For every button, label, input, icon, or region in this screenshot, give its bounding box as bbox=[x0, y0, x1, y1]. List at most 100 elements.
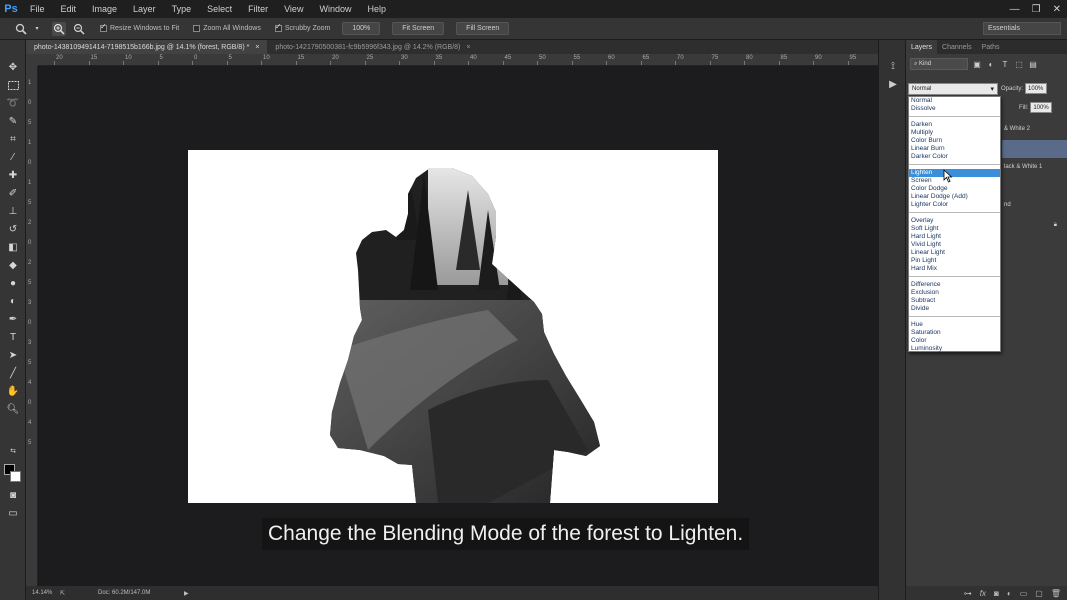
double-exposure-image[interactable] bbox=[188, 150, 718, 503]
menu-help[interactable]: Help bbox=[359, 0, 394, 18]
path-selection-tool-icon[interactable]: ➤ bbox=[4, 348, 22, 362]
tab-layers[interactable]: Layers bbox=[906, 40, 938, 54]
opacity-input[interactable]: 100% bbox=[1025, 83, 1048, 94]
blend-option-difference[interactable]: Difference bbox=[909, 281, 1000, 289]
scrubby-zoom-checkbox[interactable]: Scrubby Zoom bbox=[274, 22, 330, 32]
menu-filter[interactable]: Filter bbox=[240, 0, 276, 18]
pixel-filter-icon[interactable]: ▣ bbox=[972, 59, 982, 69]
shape-filter-icon[interactable]: ⬚ bbox=[1014, 59, 1024, 69]
line-tool-icon[interactable]: ╱ bbox=[4, 366, 22, 380]
zoom-tool-icon[interactable] bbox=[14, 22, 28, 36]
blend-option-overlay[interactable]: Overlay bbox=[909, 217, 1000, 225]
clone-stamp-tool-icon[interactable]: ⊥ bbox=[4, 204, 22, 218]
menu-view[interactable]: View bbox=[276, 0, 311, 18]
quick-selection-tool-icon[interactable]: ✎ bbox=[4, 114, 22, 128]
blend-option-darker-color[interactable]: Darker Color bbox=[909, 153, 1000, 161]
blur-tool-icon[interactable]: ● bbox=[4, 276, 22, 290]
menu-image[interactable]: Image bbox=[84, 0, 125, 18]
blend-option-linear-burn[interactable]: Linear Burn bbox=[909, 145, 1000, 153]
zoom-level[interactable]: 14.14% bbox=[32, 590, 60, 596]
menu-select[interactable]: Select bbox=[199, 0, 240, 18]
zoom-all-checkbox[interactable]: Zoom All Windows bbox=[193, 25, 261, 32]
pen-tool-icon[interactable]: ✒ bbox=[4, 312, 22, 326]
eraser-tool-icon[interactable]: ◧ bbox=[4, 240, 22, 254]
menu-layer[interactable]: Layer bbox=[125, 0, 164, 18]
restore-button[interactable]: ❐ bbox=[1032, 4, 1041, 15]
new-group-icon[interactable]: ▭ bbox=[1020, 589, 1028, 598]
export-icon[interactable]: ⇱ bbox=[60, 590, 72, 597]
smart-object-filter-icon[interactable]: ▤ bbox=[1028, 59, 1038, 69]
zoom-out-icon[interactable] bbox=[72, 22, 86, 36]
adjustment-filter-icon[interactable]: ◐ bbox=[986, 59, 996, 69]
blend-option-color[interactable]: Color bbox=[909, 337, 1000, 345]
quick-mask-icon[interactable]: ◙ bbox=[4, 488, 22, 502]
blend-option-saturation[interactable]: Saturation bbox=[909, 329, 1000, 337]
blend-option-hue[interactable]: Hue bbox=[909, 321, 1000, 329]
blend-option-vivid-light[interactable]: Vivid Light bbox=[909, 241, 1000, 249]
blend-option-exclusion[interactable]: Exclusion bbox=[909, 289, 1000, 297]
delete-layer-icon[interactable]: 🗑︎ bbox=[1051, 589, 1061, 598]
blend-option-pin-light[interactable]: Pin Light bbox=[909, 257, 1000, 265]
canvas-area[interactable]: Change the Blending Mode of the forest t… bbox=[38, 66, 878, 586]
close-button[interactable]: ✕ bbox=[1053, 4, 1061, 15]
layer-bw-1[interactable]: lack & White 1 bbox=[1002, 158, 1067, 176]
add-mask-icon[interactable]: ◙ bbox=[994, 589, 999, 598]
swap-colors-icon[interactable]: ⇆ bbox=[4, 444, 22, 458]
background-color-swatch[interactable] bbox=[10, 471, 21, 482]
marquee-tool-icon[interactable] bbox=[4, 78, 22, 92]
close-icon[interactable]: × bbox=[466, 44, 470, 51]
blend-option-multiply[interactable]: Multiply bbox=[909, 129, 1000, 137]
blend-option-darken[interactable]: Darken bbox=[909, 121, 1000, 129]
resize-windows-checkbox[interactable]: Resize Windows to Fit bbox=[100, 22, 179, 32]
blend-option-divide[interactable]: Divide bbox=[909, 305, 1000, 313]
zoom-in-icon[interactable] bbox=[52, 21, 66, 36]
blend-option-subtract[interactable]: Subtract bbox=[909, 297, 1000, 305]
minimize-button[interactable]: — bbox=[1010, 4, 1020, 15]
tab-paths[interactable]: Paths bbox=[977, 40, 1005, 54]
layer-background[interactable]: nd bbox=[1002, 196, 1067, 214]
dodge-tool-icon[interactable]: ◐ bbox=[4, 294, 22, 308]
tab-channels[interactable]: Channels bbox=[937, 40, 977, 54]
blend-option-soft-light[interactable]: Soft Light bbox=[909, 225, 1000, 233]
blend-option-linear-dodge-add[interactable]: Linear Dodge (Add) bbox=[909, 193, 1000, 201]
blend-option-hard-light[interactable]: Hard Light bbox=[909, 233, 1000, 241]
brush-tool-icon[interactable]: ✐ bbox=[4, 186, 22, 200]
zoom-100-button[interactable]: 100% bbox=[342, 22, 381, 35]
link-layers-icon[interactable]: ⊶ bbox=[964, 589, 972, 598]
menu-type[interactable]: Type bbox=[164, 0, 200, 18]
history-brush-tool-icon[interactable]: ↺ bbox=[4, 222, 22, 236]
blend-option-screen[interactable]: Screen bbox=[909, 177, 1000, 185]
blend-option-lighten[interactable]: Lighten bbox=[909, 169, 1000, 177]
blend-option-dissolve[interactable]: Dissolve bbox=[909, 105, 1000, 113]
menu-window[interactable]: Window bbox=[311, 0, 359, 18]
paint-bucket-tool-icon[interactable]: ◆ bbox=[4, 258, 22, 272]
blend-option-lighter-color[interactable]: Lighter Color bbox=[909, 201, 1000, 209]
blend-option-normal[interactable]: Normal bbox=[909, 97, 1000, 105]
chevron-down-icon[interactable]: ▾ bbox=[34, 22, 40, 36]
kind-filter-select[interactable]: ⌕ Kind bbox=[910, 58, 968, 70]
crop-tool-icon[interactable]: ⌗ bbox=[4, 132, 22, 146]
move-tool-icon[interactable]: ✥ bbox=[4, 60, 22, 74]
blend-option-color-dodge[interactable]: Color Dodge bbox=[909, 185, 1000, 193]
tab-second-doc[interactable]: photo-1421790500381-fc9b5996f343.jpg @ 1… bbox=[267, 40, 478, 54]
actions-play-icon[interactable]: ▶ bbox=[887, 78, 899, 90]
new-layer-icon[interactable]: ▢ bbox=[1035, 589, 1043, 598]
layer-style-icon[interactable]: fx bbox=[980, 589, 986, 598]
tab-forest-doc[interactable]: photo-1438109491414-7198515b166b.jpg @ 1… bbox=[26, 40, 268, 54]
history-panel-icon[interactable]: ⟟ bbox=[887, 60, 899, 72]
screen-mode-icon[interactable]: ▭ bbox=[4, 506, 22, 520]
menu-file[interactable]: File bbox=[22, 0, 53, 18]
hand-tool-icon[interactable]: ✋ bbox=[4, 384, 22, 398]
workspace-select[interactable]: Essentials bbox=[983, 22, 1061, 35]
healing-brush-tool-icon[interactable]: ✚ bbox=[4, 168, 22, 182]
blend-option-color-burn[interactable]: Color Burn bbox=[909, 137, 1000, 145]
zoom-tool-icon[interactable]: 🔍︎ bbox=[4, 402, 22, 416]
close-icon[interactable]: × bbox=[255, 44, 259, 51]
menu-edit[interactable]: Edit bbox=[53, 0, 85, 18]
type-tool-icon[interactable]: T bbox=[4, 330, 22, 344]
layer-bw-2[interactable]: & White 2 bbox=[1002, 120, 1067, 138]
eyedropper-tool-icon[interactable]: ⁄ bbox=[4, 150, 22, 164]
blend-option-hard-mix[interactable]: Hard Mix bbox=[909, 265, 1000, 273]
lasso-tool-icon[interactable]: ➰ bbox=[4, 96, 22, 110]
type-filter-icon[interactable]: T bbox=[1000, 59, 1010, 69]
